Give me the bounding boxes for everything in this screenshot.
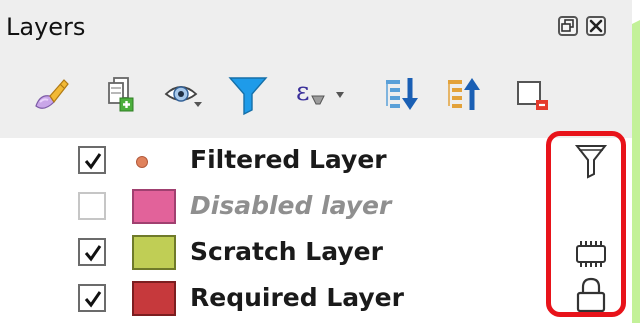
fill-symbol — [132, 189, 176, 224]
layer-visibility-checkbox[interactable] — [78, 192, 106, 220]
point-symbol — [136, 156, 148, 168]
checkmark-icon — [84, 245, 102, 262]
expand-all-button[interactable] — [380, 72, 426, 118]
layers-toolbar: ε — [0, 58, 632, 138]
layer-row-filtered[interactable]: Filtered Layer — [0, 138, 560, 184]
checkmark-icon — [84, 153, 102, 170]
add-group-icon — [108, 77, 134, 112]
layer-name: Disabled layer — [190, 191, 392, 220]
panel-title: Layers — [6, 13, 86, 41]
filter-expression-button[interactable]: ε — [292, 72, 350, 118]
layers-panel: Layers ε Filtered Layer Disabled layer S… — [0, 0, 632, 323]
svg-text:ε: ε — [296, 77, 309, 107]
layer-row-disabled[interactable]: Disabled layer — [0, 184, 560, 230]
fill-symbol — [132, 281, 176, 316]
expression-icon: ε — [296, 77, 344, 107]
eye-icon — [164, 86, 202, 107]
close-icon — [589, 19, 603, 33]
collapse-all-icon — [448, 78, 480, 110]
indicators-highlight — [546, 131, 626, 317]
visibility-button[interactable] — [162, 72, 208, 118]
layer-name: Required Layer — [190, 283, 404, 312]
fill-symbol — [132, 235, 176, 270]
panel-titlebar: Layers — [0, 0, 632, 58]
expand-all-icon — [386, 78, 418, 110]
filter-icon — [228, 77, 268, 116]
layer-tree: Filtered Layer Disabled layer Scratch La… — [0, 138, 632, 323]
layer-name: Scratch Layer — [190, 237, 383, 266]
layer-visibility-checkbox[interactable] — [78, 284, 106, 312]
collapse-all-button[interactable] — [442, 72, 488, 118]
layer-row-required[interactable]: Required Layer — [0, 276, 560, 322]
style-manager-button[interactable] — [30, 72, 76, 118]
layer-visibility-checkbox[interactable] — [78, 146, 106, 174]
close-button[interactable] — [586, 16, 606, 36]
float-icon — [561, 19, 574, 32]
paintbrush-icon — [35, 79, 69, 109]
add-group-button[interactable] — [98, 72, 144, 118]
filter-legend-button[interactable] — [226, 72, 272, 118]
checkmark-icon — [84, 291, 102, 308]
layer-row-scratch[interactable]: Scratch Layer — [0, 230, 560, 276]
remove-layer-button[interactable] — [512, 72, 558, 118]
layer-name: Filtered Layer — [190, 145, 387, 174]
float-button[interactable] — [558, 16, 578, 36]
layer-visibility-checkbox[interactable] — [78, 238, 106, 266]
remove-layer-icon — [517, 81, 548, 110]
